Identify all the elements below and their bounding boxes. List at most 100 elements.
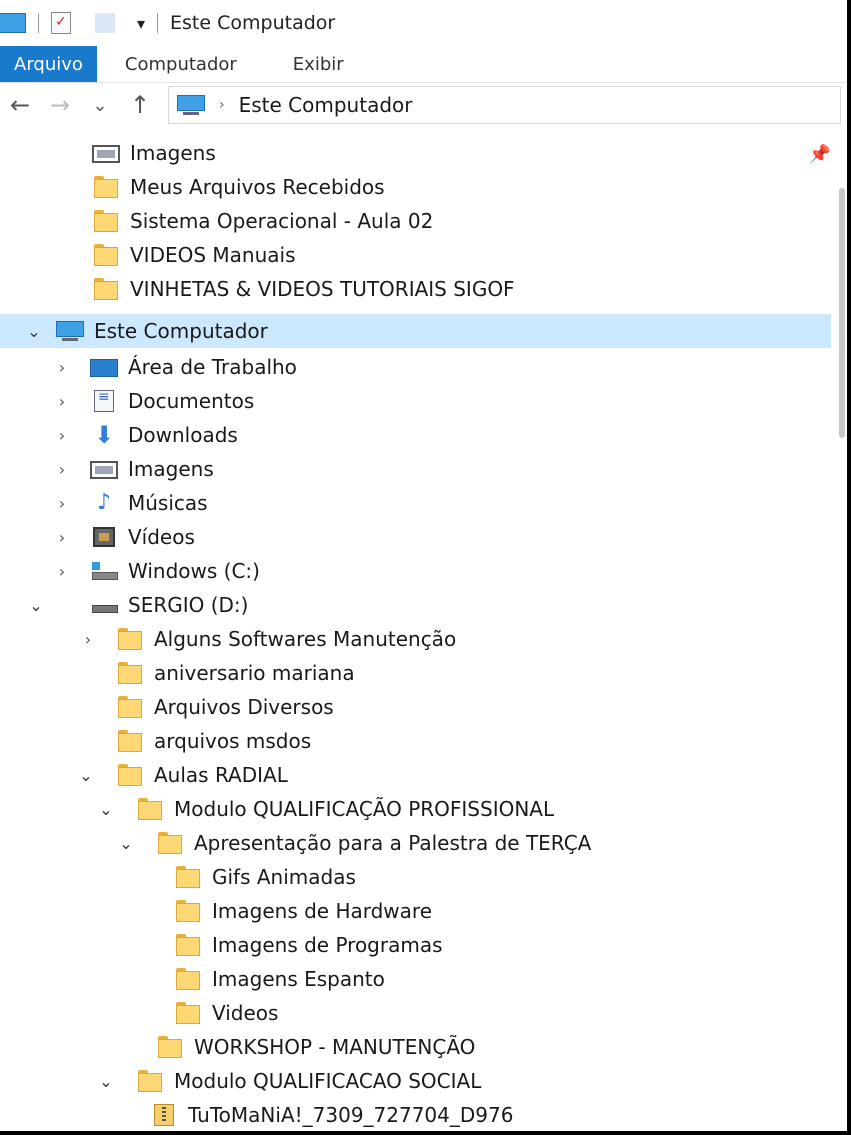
tree-item-label: Imagens bbox=[130, 141, 216, 165]
chevron-down-icon[interactable]: ⌄ bbox=[74, 766, 98, 785]
tree-item-folder[interactable]: Gifs Animadas bbox=[174, 860, 356, 894]
tree-item-label: aniversario mariana bbox=[154, 661, 355, 685]
properties-icon[interactable]: ✓ bbox=[51, 12, 71, 34]
chevron-down-icon[interactable]: ⌄ bbox=[94, 800, 118, 819]
folder-icon bbox=[174, 968, 202, 990]
chevron-right-icon[interactable]: › bbox=[50, 494, 74, 513]
quick-access-item[interactable]: Sistema Operacional - Aula 02 bbox=[92, 204, 433, 238]
tree-item-folder[interactable]: ⌄ Aulas RADIAL bbox=[74, 758, 288, 792]
downloads-icon: ⬇ bbox=[93, 421, 115, 449]
address-bar[interactable]: › Este Computador bbox=[168, 86, 841, 124]
folder-icon bbox=[116, 662, 144, 684]
folder-icon bbox=[156, 832, 184, 854]
breadcrumb-este-computador[interactable]: Este Computador bbox=[239, 93, 413, 117]
tree-item-label: Este Computador bbox=[94, 319, 268, 343]
folder-icon bbox=[136, 798, 164, 820]
chevron-right-icon[interactable]: › bbox=[50, 528, 74, 547]
folder-icon bbox=[92, 278, 120, 300]
tree-item-label: Windows (C:) bbox=[128, 559, 260, 583]
tree-item-documentos[interactable]: › Documentos bbox=[50, 384, 254, 418]
tree-item-label: Documentos bbox=[128, 389, 255, 413]
folder-icon bbox=[116, 764, 144, 786]
tree-item-folder[interactable]: Videos bbox=[174, 996, 278, 1030]
up-button[interactable]: ↑ bbox=[120, 91, 160, 119]
qat-dropdown-icon[interactable]: ▾ bbox=[137, 14, 145, 33]
tree-item-downloads[interactable]: › ⬇ Downloads bbox=[50, 418, 238, 452]
folder-icon bbox=[156, 1036, 184, 1058]
tree-item-label: Vídeos bbox=[128, 525, 195, 549]
tree-item-label: Meus Arquivos Recebidos bbox=[130, 175, 385, 199]
folder-icon bbox=[174, 1002, 202, 1024]
chevron-right-icon[interactable]: › bbox=[50, 358, 74, 377]
chevron-down-icon[interactable]: ⌄ bbox=[114, 834, 138, 853]
tree-item-label: Modulo QUALIFICAÇÃO PROFISSIONAL bbox=[174, 797, 555, 821]
tree-item-folder[interactable]: Imagens de Programas bbox=[174, 928, 443, 962]
chevron-right-icon[interactable]: › bbox=[50, 562, 74, 581]
tree-item-folder[interactable]: WORKSHOP - MANUTENÇÃO bbox=[156, 1030, 475, 1064]
back-button[interactable]: ← bbox=[0, 91, 40, 119]
tree-item-label: Alguns Softwares Manutenção bbox=[154, 627, 457, 651]
new-folder-icon[interactable] bbox=[95, 13, 115, 33]
pictures-icon bbox=[90, 461, 118, 479]
chevron-right-icon[interactable]: › bbox=[50, 460, 74, 479]
quick-access-item[interactable]: VINHETAS & VIDEOS TUTORIAIS SIGOF bbox=[92, 272, 515, 306]
tree-item-label: Modulo QUALIFICACAO SOCIAL bbox=[174, 1069, 482, 1093]
tree-item-folder[interactable]: ⌄ Apresentação para a Palestra de TERÇA bbox=[114, 826, 591, 860]
navigation-pane: Imagens 📌 Meus Arquivos Recebidos Sistem… bbox=[0, 128, 847, 1131]
tree-item-label: Downloads bbox=[128, 423, 238, 447]
tree-item-folder[interactable]: Imagens Espanto bbox=[174, 962, 385, 996]
desktop-icon bbox=[90, 359, 118, 377]
computer-icon bbox=[0, 13, 26, 33]
quick-access-item[interactable]: VIDEOS Manuais bbox=[92, 238, 296, 272]
tree-item-videos[interactable]: › Vídeos bbox=[50, 520, 195, 554]
tab-exibir[interactable]: Exibir bbox=[265, 46, 372, 82]
chevron-right-icon[interactable]: › bbox=[50, 426, 74, 445]
tree-item-este-computador[interactable]: ⌄ Este Computador bbox=[0, 314, 831, 348]
tree-item-folder[interactable]: aniversario mariana bbox=[116, 656, 355, 690]
chevron-down-icon[interactable]: ⌄ bbox=[24, 596, 48, 615]
tree-item-archive[interactable]: TuToMaNiA!_7309_727704_D976 bbox=[150, 1098, 513, 1131]
tree-item-label: arquivos msdos bbox=[154, 729, 312, 753]
folder-icon bbox=[174, 866, 202, 888]
breadcrumb-separator[interactable]: › bbox=[219, 97, 225, 113]
tree-item-label: VIDEOS Manuais bbox=[130, 243, 296, 267]
tree-item-label: Imagens Espanto bbox=[212, 967, 385, 991]
tree-item-folder[interactable]: Imagens de Hardware bbox=[174, 894, 432, 928]
forward-button[interactable]: → bbox=[40, 91, 80, 119]
tree-item-area-de-trabalho[interactable]: › Área de Trabalho bbox=[50, 350, 297, 384]
tree-item-folder[interactable]: Arquivos Diversos bbox=[116, 690, 334, 724]
tree-item-label: Músicas bbox=[128, 491, 208, 515]
recent-locations-button[interactable]: ⌄ bbox=[80, 95, 120, 116]
chevron-right-icon[interactable]: › bbox=[76, 630, 100, 649]
tree-item-windows-c[interactable]: › Windows (C:) bbox=[50, 554, 260, 588]
chevron-down-icon[interactable]: ⌄ bbox=[94, 1072, 118, 1091]
tree-item-label: Gifs Animadas bbox=[212, 865, 356, 889]
ribbon-tabs: Arquivo Computador Exibir bbox=[0, 46, 847, 83]
tree-item-label: SERGIO (D:) bbox=[128, 593, 249, 617]
computer-icon bbox=[56, 320, 84, 342]
folder-icon bbox=[92, 210, 120, 232]
tree-item-folder[interactable]: ⌄ Modulo QUALIFICAÇÃO PROFISSIONAL bbox=[94, 792, 554, 826]
chevron-right-icon[interactable]: › bbox=[50, 392, 74, 411]
folder-icon bbox=[136, 1070, 164, 1092]
tree-item-musicas[interactable]: › ♪ Músicas bbox=[50, 486, 208, 520]
tree-item-folder[interactable]: › Alguns Softwares Manutenção bbox=[76, 622, 456, 656]
videos-icon bbox=[93, 527, 115, 547]
window-title: Este Computador bbox=[170, 12, 336, 34]
tree-item-folder[interactable]: arquivos msdos bbox=[116, 724, 311, 758]
tree-item-folder[interactable]: ⌄ Modulo QUALIFICACAO SOCIAL bbox=[94, 1064, 481, 1098]
tree-item-label: Imagens de Programas bbox=[212, 933, 443, 957]
tree-item-label: Videos bbox=[212, 1001, 279, 1025]
pin-icon[interactable]: 📌 bbox=[809, 144, 831, 165]
quick-access-item[interactable]: Meus Arquivos Recebidos bbox=[92, 170, 385, 204]
tab-computador[interactable]: Computador bbox=[97, 46, 265, 82]
tree-item-sergio-d[interactable]: ⌄ SERGIO (D:) bbox=[24, 588, 248, 622]
chevron-down-icon[interactable]: ⌄ bbox=[22, 322, 46, 341]
scrollbar[interactable] bbox=[839, 188, 845, 438]
folder-icon bbox=[174, 900, 202, 922]
tree-item-label: Apresentação para a Palestra de TERÇA bbox=[194, 831, 592, 855]
quick-access-item[interactable]: Imagens bbox=[92, 136, 216, 170]
tree-item-imagens[interactable]: › Imagens bbox=[50, 452, 214, 486]
tree-item-label: Imagens de Hardware bbox=[212, 899, 433, 923]
tab-arquivo[interactable]: Arquivo bbox=[0, 46, 97, 82]
